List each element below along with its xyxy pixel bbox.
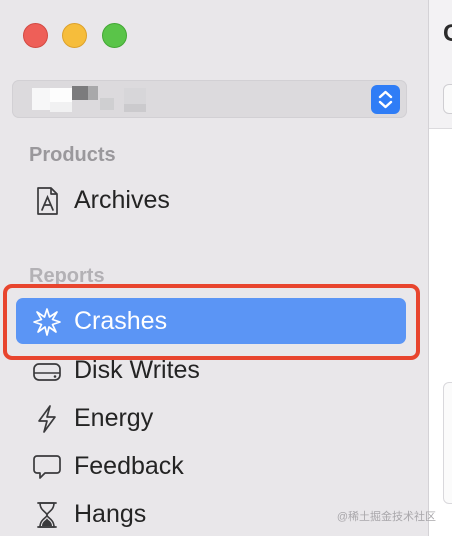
redacted-app-icon (72, 86, 88, 100)
sidebar-item-label: Hangs (74, 500, 147, 528)
redacted-app-name (124, 88, 146, 104)
app-selector[interactable] (12, 80, 407, 118)
redacted-app-icon (50, 88, 72, 102)
zoom-window-button[interactable] (102, 23, 127, 48)
hourglass-icon (32, 500, 62, 530)
main-content: C (429, 0, 452, 536)
sidebar-item-label: Energy (74, 404, 154, 432)
sidebar-item-energy[interactable]: Energy (16, 395, 406, 441)
redacted-app-icon (32, 88, 50, 110)
section-header-products: Products (29, 144, 116, 166)
sidebar-item-label: Archives (74, 186, 170, 214)
close-window-button[interactable] (23, 23, 48, 48)
sidebar-item-label: Feedback (74, 452, 184, 480)
lightning-bolt-icon (32, 404, 62, 434)
redacted-app-name (100, 98, 114, 110)
toolbar-control[interactable] (443, 84, 452, 114)
archive-app-icon (32, 186, 62, 216)
redacted-app-icon (50, 102, 72, 112)
watermark: @稀土掘金技术社区 (336, 511, 436, 523)
content-card (443, 382, 452, 504)
sidebar: Products Archives Reports Crashes Disk W… (0, 0, 428, 536)
sidebar-item-feedback[interactable]: Feedback (16, 443, 406, 489)
redacted-app-name (124, 104, 146, 112)
redacted-app-icon (88, 86, 98, 100)
disk-drive-icon (32, 356, 62, 386)
sidebar-item-label: Disk Writes (74, 356, 200, 384)
main-toolbar: C (429, 0, 452, 129)
up-down-chevron-icon[interactable] (371, 85, 400, 114)
sidebar-item-archives[interactable]: Archives (16, 177, 406, 223)
minimize-window-button[interactable] (62, 23, 87, 48)
speech-bubble-icon (32, 452, 62, 482)
page-title: C (443, 20, 452, 47)
highlight-annotation (3, 284, 420, 360)
